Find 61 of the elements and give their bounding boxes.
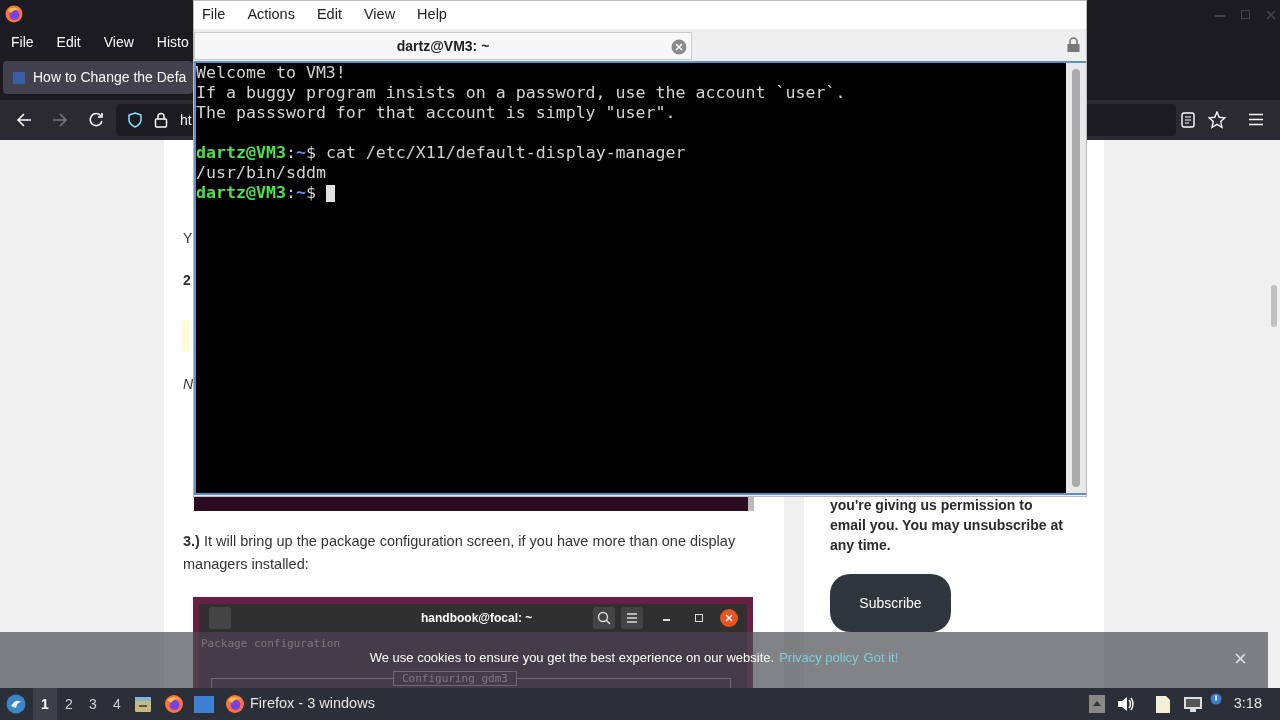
firefox-icon	[225, 694, 245, 714]
workspace-button[interactable]: 3	[81, 688, 105, 720]
browser-tab[interactable]: How to Change the Defa	[3, 61, 193, 94]
menu-item[interactable]: View	[363, 4, 396, 26]
close-icon	[719, 608, 739, 628]
text-fragment: N	[183, 375, 195, 394]
step-paragraph: 3.) It will bring up the package configuration screen, if you have more than one display managers installed:	[183, 532, 737, 574]
text-fragment: 2	[183, 271, 191, 290]
terminal-line: The passsword for that account is simply "user".	[196, 103, 676, 123]
menu-item[interactable]: Edit	[56, 31, 81, 53]
terminal-prompt-line: dartz@VM3:~$	[196, 183, 335, 203]
note-icon[interactable]	[1154, 694, 1171, 714]
menu-item[interactable]: Help	[417, 4, 447, 26]
workspace-button[interactable]: 2	[57, 688, 81, 720]
terminal-prompt-line: dartz@VM3:~$ cat /etc/X11/default-display-manager	[196, 143, 686, 163]
scrollbar[interactable]	[1066, 63, 1086, 493]
subscribe-note: you're giving us permission to email you. You may unsubscribe at any time.	[830, 496, 1064, 555]
workspace-button[interactable]: 4	[105, 688, 129, 720]
shield-icon[interactable]	[128, 112, 142, 128]
reader-view-icon[interactable]	[1181, 112, 1195, 128]
terminal-line: /usr/bin/sddm	[196, 163, 326, 183]
menu-item[interactable]: Edit	[316, 4, 342, 26]
scrollbar-thumb[interactable]	[1072, 69, 1080, 487]
firefox-icon[interactable]	[164, 694, 184, 714]
site-icon	[13, 71, 25, 84]
menu-item[interactable]: Histo	[156, 31, 189, 53]
file-manager-icon[interactable]	[134, 695, 152, 713]
search-icon	[593, 607, 615, 629]
window-title: handbook@focal: ~	[421, 610, 533, 627]
menu-item[interactable]: Actions	[247, 4, 295, 26]
menu-item[interactable]: File	[11, 31, 34, 53]
quote-bar	[183, 320, 189, 352]
cookie-message: We use cookies to ensure you get the best experience on our website.	[369, 649, 775, 665]
url-text: ht	[180, 110, 192, 130]
subscribe-button[interactable]: Subscribe	[830, 574, 951, 632]
menu-icon	[621, 607, 643, 629]
text-fragment: Y	[183, 229, 193, 248]
menu-item[interactable]: View	[103, 31, 134, 53]
volume-icon[interactable]	[1116, 696, 1135, 712]
start-menu-icon[interactable]	[6, 694, 26, 714]
workspace-button[interactable]: 1	[33, 688, 57, 720]
lock-icon[interactable]	[154, 112, 168, 128]
menu-item[interactable]: File	[202, 4, 226, 26]
desktop-icon[interactable]	[194, 695, 214, 713]
url-field[interactable]: ht	[116, 104, 193, 136]
back-arrow-icon[interactable]	[16, 112, 32, 128]
menu-icon[interactable]	[1249, 113, 1263, 126]
clock: 3:18	[1233, 694, 1262, 714]
close-tab-icon[interactable]	[671, 39, 687, 55]
bookmark-star-icon[interactable]	[1208, 111, 1226, 129]
forward-arrow-icon[interactable]	[52, 112, 68, 128]
taskbar-window-button[interactable]: Firefox - 3 windows	[225, 688, 379, 720]
firefox-logo-icon	[5, 5, 23, 23]
scrollbar-thumb[interactable]	[1271, 285, 1277, 327]
terminal-line: If a buggy program insists on a password, use the account `user`.	[196, 83, 846, 103]
maximize-icon	[695, 614, 703, 622]
minimize-icon	[663, 619, 670, 621]
terminal-tab[interactable]: dartz@VM3: ~	[194, 32, 692, 60]
terminal-line: Welcome to VM3!	[196, 63, 346, 83]
notification-icon[interactable]	[1209, 693, 1222, 705]
reload-icon[interactable]	[88, 112, 104, 128]
